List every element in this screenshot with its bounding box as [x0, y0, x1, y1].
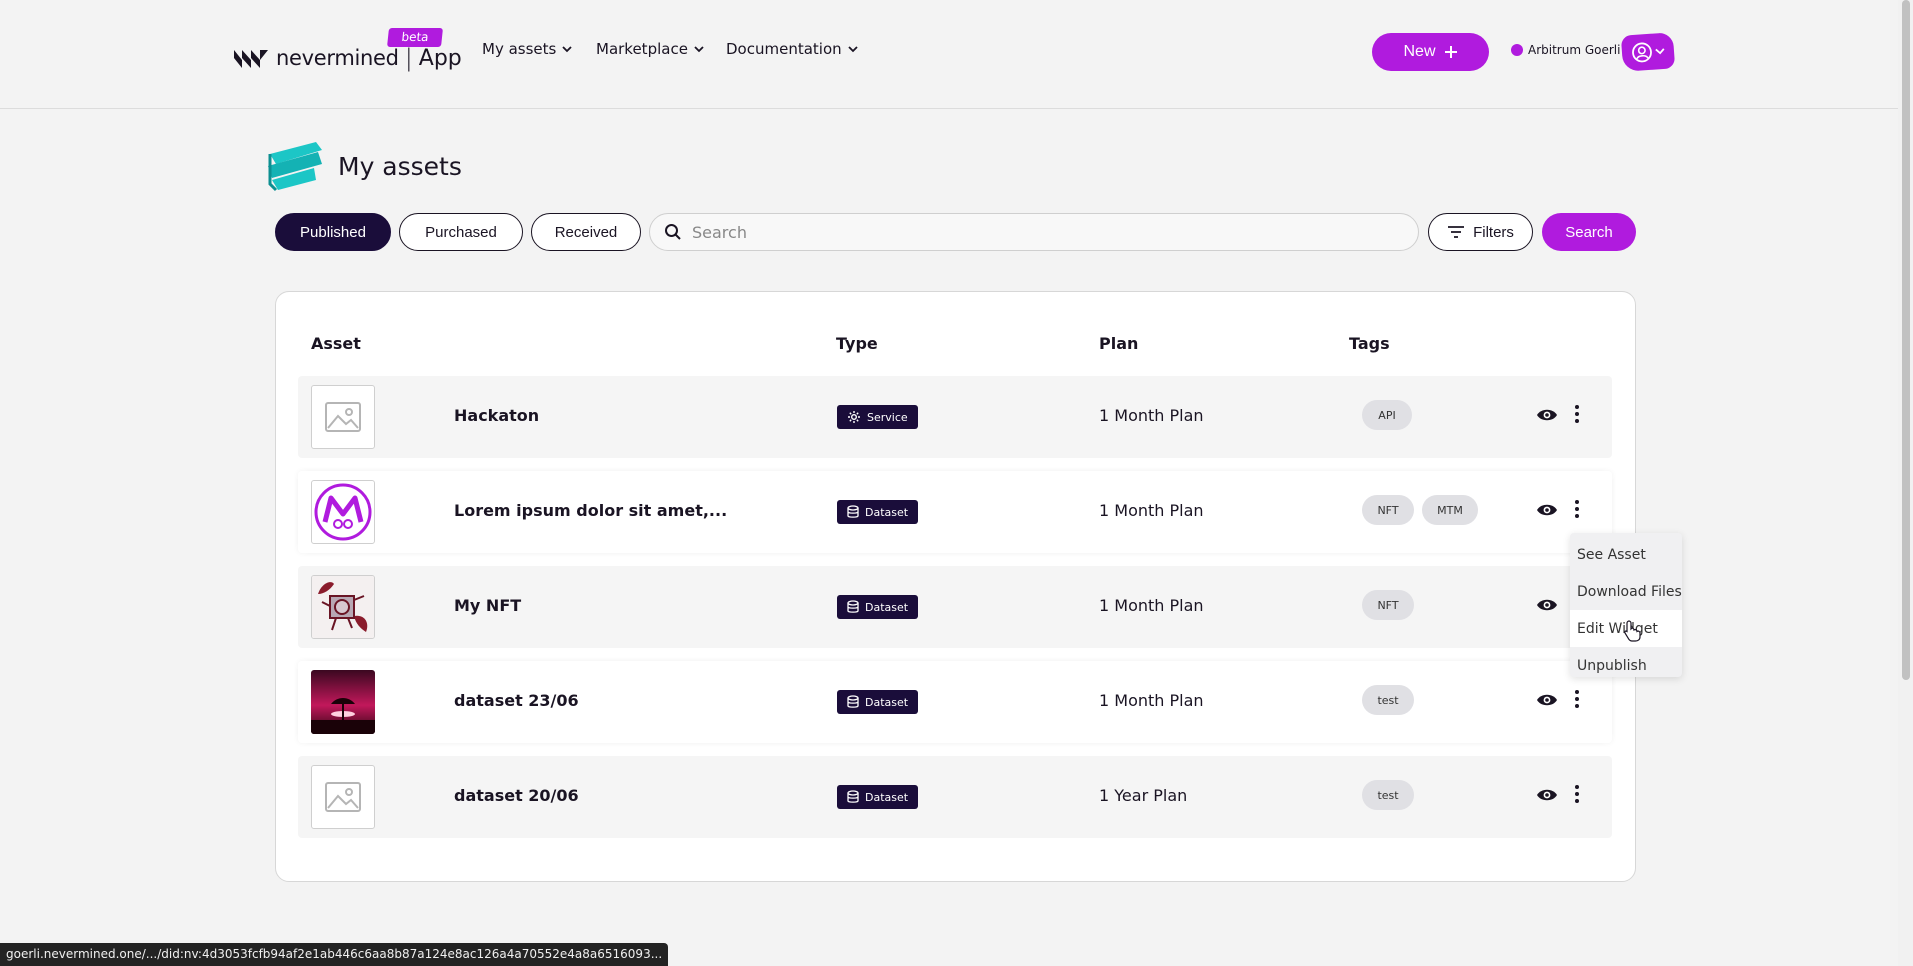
eye-icon[interactable]	[1536, 407, 1558, 423]
tag-chip: NFT	[1362, 495, 1414, 525]
tag-chip: API	[1362, 400, 1412, 430]
sunset-tree-image	[311, 670, 375, 734]
nav-marketplace[interactable]: Marketplace	[596, 40, 704, 58]
page-title: My assets	[338, 151, 462, 181]
beta-badge: beta	[387, 28, 443, 47]
page-header: My assets	[266, 140, 462, 192]
mtm-logo-image	[311, 480, 375, 544]
column-header-asset: Asset	[311, 334, 361, 353]
eye-icon[interactable]	[1536, 502, 1558, 518]
search-input[interactable]	[692, 222, 1392, 242]
plan-label: 1 Year Plan	[1099, 786, 1188, 805]
hand-pointer-cursor-icon	[1624, 620, 1641, 642]
nevermined-logo-icon	[234, 50, 268, 68]
type-badge: Service	[837, 405, 918, 429]
tag-chip: NFT	[1362, 590, 1414, 620]
type-label: Service	[867, 410, 908, 424]
search-box	[649, 213, 1419, 251]
database-icon	[847, 695, 859, 708]
table-row[interactable]: dataset 23/06 Dataset 1 Month Plan test	[298, 661, 1612, 743]
user-circle-icon	[1632, 42, 1652, 63]
filters-label: Filters	[1473, 223, 1514, 241]
chevron-down-icon	[848, 46, 858, 53]
nav-my-assets-label: My assets	[482, 40, 557, 58]
column-header-plan: Plan	[1099, 334, 1139, 353]
nevermined-logo[interactable]: nevermined | App	[234, 44, 462, 72]
tab-purchased[interactable]: Purchased	[399, 213, 523, 251]
top-header: nevermined | App beta My assets Marketpl…	[0, 0, 1913, 109]
table-row[interactable]: dataset 20/06 Dataset 1 Year Plan test	[298, 756, 1612, 838]
more-vertical-icon[interactable]	[1574, 404, 1580, 424]
tag-chip: test	[1362, 685, 1414, 715]
logo-separator: |	[404, 44, 413, 72]
more-vertical-icon[interactable]	[1574, 784, 1580, 804]
placeholder-image-icon	[311, 385, 375, 449]
network-status-dot	[1511, 44, 1523, 56]
chevron-down-icon	[562, 46, 572, 53]
type-label: Dataset	[865, 695, 909, 709]
type-label: Dataset	[865, 600, 909, 614]
logo-wordmark: nevermined	[276, 46, 399, 70]
scrollbar-thumb[interactable]	[1902, 0, 1910, 680]
plan-label: 1 Month Plan	[1099, 691, 1204, 710]
type-label: Dataset	[865, 790, 909, 804]
plus-icon	[1444, 46, 1457, 58]
asset-name[interactable]: My NFT	[454, 596, 521, 615]
type-badge: Dataset	[837, 500, 919, 524]
network-label: Arbitrum Goerli	[1528, 43, 1621, 57]
tab-published[interactable]: Published	[275, 213, 391, 251]
plan-label: 1 Month Plan	[1099, 596, 1204, 615]
network-indicator[interactable]: Arbitrum Goerli	[1511, 43, 1620, 57]
nav-documentation-label: Documentation	[726, 40, 842, 58]
search-button[interactable]: Search	[1542, 213, 1636, 251]
table-row[interactable]: My NFT Dataset 1 Month Plan NFT	[298, 566, 1612, 648]
asset-name[interactable]: Lorem ipsum dolor sit amet,...	[454, 501, 727, 520]
tag-chip: test	[1362, 780, 1414, 810]
tag-chip: MTM	[1422, 495, 1478, 525]
table-row[interactable]: Lorem ipsum dolor sit amet,... Dataset 1…	[298, 471, 1612, 553]
asset-name[interactable]: dataset 23/06	[454, 691, 579, 710]
eye-icon[interactable]	[1536, 787, 1558, 803]
asset-name[interactable]: Hackaton	[454, 406, 539, 425]
type-badge: Dataset	[837, 595, 919, 619]
placeholder-image-icon	[311, 765, 375, 829]
more-vertical-icon[interactable]	[1574, 499, 1580, 519]
column-header-type: Type	[836, 334, 878, 353]
column-header-tags: Tags	[1349, 334, 1390, 353]
chevron-down-icon	[694, 46, 704, 53]
search-icon	[665, 224, 681, 240]
database-icon	[847, 505, 859, 518]
table-row[interactable]: Hackaton Service 1 Month Plan API	[298, 376, 1612, 458]
nav-my-assets[interactable]: My assets	[482, 40, 572, 58]
chevron-down-icon	[1655, 48, 1665, 55]
asset-name[interactable]: dataset 20/06	[454, 786, 579, 805]
logo-app-label: App	[418, 45, 462, 71]
plan-label: 1 Month Plan	[1099, 406, 1204, 425]
database-icon	[847, 600, 859, 613]
menu-item-see-asset[interactable]: See Asset	[1570, 536, 1682, 573]
filters-button[interactable]: Filters	[1428, 213, 1533, 251]
plan-label: 1 Month Plan	[1099, 501, 1204, 520]
nav-marketplace-label: Marketplace	[596, 40, 688, 58]
tab-received[interactable]: Received	[531, 213, 641, 251]
database-icon	[847, 790, 859, 803]
type-badge: Dataset	[837, 785, 919, 809]
status-bar-url: goerli.nevermined.one/.../did:nv:4d3053f…	[0, 943, 669, 966]
filter-icon	[1448, 226, 1465, 238]
nft-artwork-image	[311, 575, 375, 639]
gear-icon	[848, 411, 860, 423]
type-badge: Dataset	[837, 690, 919, 714]
asset-context-menu: See Asset Download Files Edit Widget Unp…	[1570, 533, 1682, 677]
menu-item-download-files[interactable]: Download Files	[1570, 573, 1682, 610]
nav-documentation[interactable]: Documentation	[726, 40, 858, 58]
menu-item-unpublish[interactable]: Unpublish	[1570, 647, 1682, 684]
user-menu-button[interactable]	[1620, 32, 1676, 72]
more-vertical-icon[interactable]	[1574, 689, 1580, 709]
brush-stroke-icon	[268, 142, 322, 192]
eye-icon[interactable]	[1536, 692, 1558, 708]
eye-icon[interactable]	[1536, 597, 1558, 613]
type-label: Dataset	[865, 505, 909, 519]
new-button[interactable]: New	[1372, 33, 1489, 71]
new-button-label: New	[1403, 43, 1436, 60]
